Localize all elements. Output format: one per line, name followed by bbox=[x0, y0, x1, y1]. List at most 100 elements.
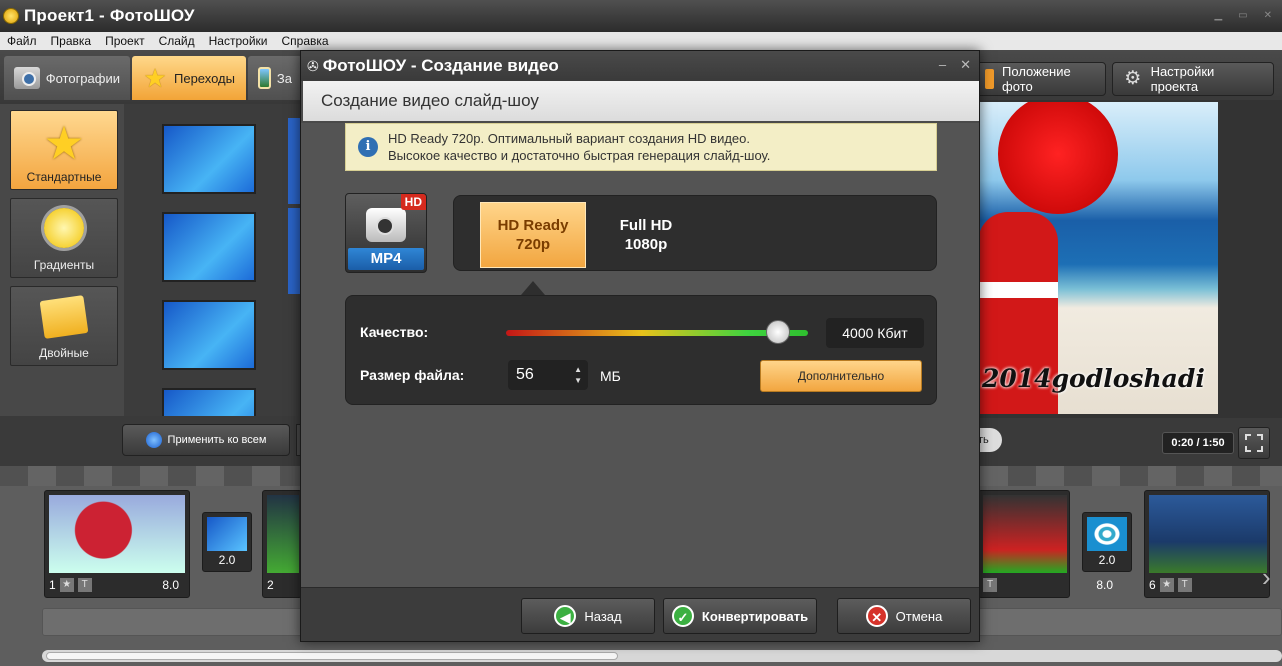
project-settings-label: Настройки проекта bbox=[1150, 64, 1215, 94]
format-info-line: Высокое качество и достаточно быстрая ге… bbox=[388, 148, 771, 163]
transition-duration: 2.0 bbox=[1098, 553, 1116, 567]
text-icon[interactable]: T bbox=[1177, 578, 1192, 592]
minimize-icon[interactable]: – bbox=[939, 57, 946, 73]
transition-thumbnail bbox=[1087, 517, 1127, 551]
scrollbar-thumb[interactable] bbox=[46, 652, 618, 660]
cancel-button-label: Отмена bbox=[895, 608, 943, 624]
quality-slider[interactable] bbox=[506, 330, 808, 336]
apply-to-all-label: Применить ко всем bbox=[167, 434, 267, 446]
dialog-window-controls: – ✕ bbox=[939, 57, 971, 73]
resolution-full-size: 1080p bbox=[624, 236, 668, 253]
menu-slide[interactable]: Слайд bbox=[152, 34, 202, 48]
menu-project[interactable]: Проект bbox=[98, 34, 152, 48]
timeline-transition[interactable]: 2.0 bbox=[1082, 512, 1132, 572]
menu-file[interactable]: Файл bbox=[0, 34, 44, 48]
chevron-up-icon[interactable]: ▲ bbox=[574, 364, 582, 375]
maximize-icon[interactable]: ▭ bbox=[1238, 10, 1247, 21]
menu-help[interactable]: Справка bbox=[274, 34, 335, 48]
preview-image-bag bbox=[998, 102, 1118, 214]
create-video-dialog: ✇ ФотоШОУ - Создание видео – ✕ Создание … bbox=[300, 50, 980, 642]
timeline-slide[interactable]: 1 ★ T 8.0 bbox=[44, 490, 190, 598]
chevron-down-icon[interactable]: ▼ bbox=[574, 375, 582, 386]
window-titlebar: Проект1 - ФотоШОУ ▁ ▭ ✕ bbox=[0, 0, 1282, 32]
preview-watermark: 2014godloshadi bbox=[982, 364, 1205, 393]
slide-number: 6 bbox=[1149, 578, 1156, 592]
tab-photos[interactable]: Фотографии bbox=[4, 56, 130, 100]
menu-settings[interactable]: Настройки bbox=[202, 34, 275, 48]
apply-to-all-button[interactable]: Применить ко всем bbox=[122, 424, 290, 456]
effects-star-icon[interactable]: ★ bbox=[59, 578, 74, 592]
double-transition-icon bbox=[39, 295, 89, 339]
video-camera-icon bbox=[366, 208, 406, 242]
timeline-scrollbar[interactable] bbox=[42, 650, 1282, 662]
transition-categories: ★ Стандартные Градиенты Двойные bbox=[0, 104, 124, 416]
fullscreen-button[interactable] bbox=[1238, 427, 1270, 459]
slide-duration: 8.0 bbox=[1096, 578, 1113, 592]
effects-star-icon[interactable]: ★ bbox=[1159, 578, 1174, 592]
window-title: Проект1 - ФотоШОУ bbox=[24, 6, 195, 25]
resolution-full-hd[interactable]: Full HD 1080p bbox=[590, 202, 702, 268]
timeline-transition[interactable]: 2.0 bbox=[202, 512, 252, 572]
project-settings-button[interactable]: ⚙ Настройки проекта bbox=[1112, 62, 1274, 96]
dialog-titlebar: ✇ ФотоШОУ - Создание видео – ✕ bbox=[301, 51, 979, 81]
cancel-x-icon: ✕ bbox=[865, 605, 888, 627]
text-icon[interactable]: T bbox=[983, 578, 997, 592]
minimize-icon[interactable]: ▁ bbox=[1214, 10, 1222, 21]
back-button-label: Назад bbox=[584, 608, 622, 624]
timeline-slide[interactable]: T 8.0 bbox=[978, 490, 1113, 598]
transition-thumbnail[interactable] bbox=[288, 118, 300, 204]
quality-settings-panel: Качество: 4000 Кбит Размер файла: 56 ▲ ▼… bbox=[345, 295, 937, 405]
file-size-input[interactable]: 56 ▲ ▼ bbox=[508, 360, 588, 390]
tab-backgrounds-label: За bbox=[276, 70, 292, 86]
file-size-label: Размер файла: bbox=[360, 367, 465, 383]
play-button[interactable]: ть bbox=[978, 428, 1002, 452]
dialog-subtitle: Создание видео слайд-шоу bbox=[303, 81, 979, 121]
slide-thumbnail bbox=[983, 495, 1067, 573]
timeline-slide[interactable]: 6 ★ T bbox=[1144, 490, 1270, 598]
resolution-hd-ready[interactable]: HD Ready 720p bbox=[480, 202, 586, 268]
film-reel-icon: ✇ bbox=[307, 57, 319, 74]
selection-pointer bbox=[521, 281, 545, 295]
transition-duration: 2.0 bbox=[218, 553, 236, 567]
cancel-button[interactable]: ✕ Отмена bbox=[837, 598, 971, 634]
transition-thumbnail[interactable] bbox=[162, 124, 256, 194]
category-gradients[interactable]: Градиенты bbox=[10, 198, 118, 278]
format-info-text: HD Ready 720p. Оптимальный вариант созда… bbox=[388, 130, 770, 164]
convert-button-label: Конвертировать bbox=[701, 608, 809, 624]
bitrate-value: 4000 Кбит bbox=[826, 318, 924, 348]
gradient-icon bbox=[44, 208, 84, 248]
preview-image-belt bbox=[978, 282, 1058, 298]
window-controls: ▁ ▭ ✕ bbox=[1214, 10, 1272, 21]
transition-thumbnail[interactable] bbox=[162, 300, 256, 370]
shield-icon bbox=[145, 432, 162, 448]
quality-slider-knob[interactable] bbox=[765, 320, 790, 344]
tab-transitions[interactable]: ★ Переходы bbox=[132, 56, 246, 100]
convert-button[interactable]: ✓ Конвертировать bbox=[663, 598, 817, 634]
text-icon[interactable]: T bbox=[77, 578, 92, 592]
chevron-right-icon[interactable]: › bbox=[1262, 562, 1271, 593]
category-standard-label: Стандартные bbox=[26, 170, 102, 184]
quality-label: Качество: bbox=[360, 324, 429, 340]
photo-position-button[interactable]: Положение фото bbox=[974, 62, 1106, 96]
transition-thumbnail[interactable] bbox=[162, 388, 256, 416]
category-standard[interactable]: ★ Стандартные bbox=[10, 110, 118, 190]
menu-edit[interactable]: Правка bbox=[44, 34, 99, 48]
close-icon[interactable]: ✕ bbox=[1264, 10, 1272, 21]
arrow-left-icon: ◀ bbox=[554, 605, 577, 627]
tab-backgrounds[interactable]: За bbox=[248, 56, 302, 100]
category-double[interactable]: Двойные bbox=[10, 286, 118, 366]
category-double-label: Двойные bbox=[39, 346, 89, 360]
transition-thumbnail[interactable] bbox=[288, 208, 300, 294]
resolution-selector: HD Ready 720p Full HD 1080p bbox=[453, 195, 937, 271]
format-label: MP4 bbox=[348, 248, 424, 270]
advanced-button[interactable]: Дополнительно bbox=[760, 360, 922, 392]
dialog-footer: ◀ Назад ✓ Конвертировать ✕ Отмена bbox=[301, 587, 979, 641]
slide-thumbnail bbox=[49, 495, 185, 573]
transition-thumbnail[interactable] bbox=[162, 212, 256, 282]
back-button[interactable]: ◀ Назад bbox=[521, 598, 655, 634]
close-icon[interactable]: ✕ bbox=[960, 57, 971, 73]
timeline-slide[interactable]: 2 bbox=[262, 490, 302, 598]
photo-position-label: Положение фото bbox=[1002, 64, 1071, 94]
format-mp4-tile[interactable]: HD MP4 bbox=[345, 193, 427, 273]
file-size-stepper[interactable]: ▲ ▼ bbox=[574, 364, 582, 386]
